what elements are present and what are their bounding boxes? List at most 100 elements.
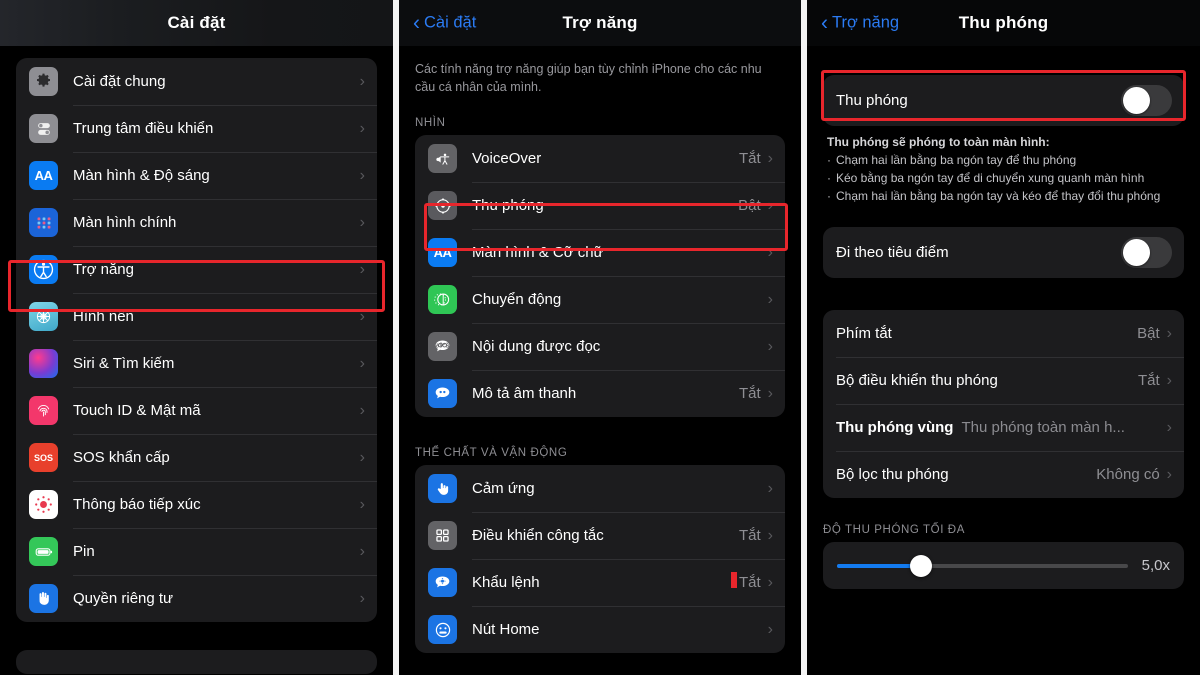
chevron-right-icon: › [359, 448, 365, 466]
privacy-icon [29, 584, 58, 613]
list-item-label: Bộ điều khiển thu phóng [836, 372, 998, 389]
list-item-value: Tắt [738, 150, 761, 168]
section-header-max-zoom: ĐỘ THU PHÓNG TỐI ĐA [823, 524, 965, 536]
sidebar-item-general[interactable]: Cài đặt chung › [16, 58, 377, 105]
touch-id-icon [29, 396, 58, 425]
sidebar-item-emergency-sos[interactable]: SOS SOS khẩn cấp › [16, 434, 377, 481]
home-screen-icon [29, 208, 58, 237]
switch-control-icon [428, 521, 457, 551]
back-button[interactable]: ‹ Cài đặt [413, 13, 476, 34]
list-item-zoom-region[interactable]: Thu phóng vùng Thu phóng toàn màn h... › [823, 404, 1184, 451]
accessibility-description: Các tính năng trợ năng giúp bạn tùy chỉn… [415, 62, 762, 95]
sidebar-item-label: Trung tâm điều khiển [73, 120, 214, 137]
list-item-zoom-filter[interactable]: Bộ lọc thu phóng Không có › [823, 451, 1184, 498]
max-zoom-slider-group: 5,0x [823, 542, 1184, 589]
back-button-label: Cài đặt [424, 13, 477, 32]
home-button-icon [428, 615, 457, 645]
chevron-right-icon: › [767, 196, 773, 214]
page-title: Trợ năng [562, 13, 638, 32]
list-item-value: Tắt [738, 385, 761, 403]
max-zoom-slider[interactable] [837, 554, 1128, 577]
toggle-knob [1123, 239, 1150, 266]
spoken-content-icon: ðŸ”Š [428, 332, 457, 362]
sidebar-item-privacy[interactable]: Quyền riêng tư › [16, 575, 377, 622]
physical-group: Cảm ứng › Điều khiển công tắc Tắt › Khẩu… [415, 465, 785, 654]
list-item-touch[interactable]: Cảm ứng › [415, 465, 785, 512]
sidebar-item-control-center[interactable]: Trung tâm điều khiển › [16, 105, 377, 152]
motion-icon [428, 285, 457, 315]
chevron-right-icon: › [359, 119, 365, 137]
sidebar-item-label: Siri & Tìm kiếm [73, 355, 175, 372]
slider-fill [837, 563, 922, 568]
chevron-right-icon: › [359, 307, 365, 325]
list-item-label: VoiceOver [472, 150, 542, 168]
wallpaper-icon [29, 302, 58, 331]
list-item-voice-control[interactable]: Khẩu lệnh Tắt › [415, 559, 785, 606]
bullet-dot: · [827, 171, 831, 185]
sidebar-item-label: Cài đặt chung [73, 73, 166, 90]
settings-group-partial [16, 650, 377, 674]
touch-icon [428, 474, 457, 504]
list-item-label: Phím tắt [836, 325, 892, 342]
chevron-right-icon: › [1166, 418, 1172, 436]
sidebar-item-battery[interactable]: Pin › [16, 528, 377, 575]
list-item-label: Cảm ứng [472, 480, 535, 498]
zoom-toggle-row[interactable]: Thu phóng [823, 75, 1184, 126]
list-item-voiceover[interactable]: VoiceOver Tắt › [415, 135, 785, 182]
zoom-bullet-text: Chạm hai lần bằng ba ngón tay để thu phó… [836, 153, 1077, 167]
sidebar-item-touch-id-passcode[interactable]: Touch ID & Mật mã › [16, 387, 377, 434]
back-button-label: Trợ năng [832, 13, 900, 32]
list-item-audio-descriptions[interactable]: Mô tả âm thanh Tắt › [415, 370, 785, 417]
follow-focus-group: Đi theo tiêu điểm [823, 227, 1184, 278]
page-title: Cài đặt [167, 13, 226, 32]
audio-descriptions-icon [428, 379, 457, 409]
list-item-value: Thu phóng toàn màn h... [961, 419, 1125, 436]
sidebar-item-siri-search[interactable]: Siri & Tìm kiếm › [16, 340, 377, 387]
chevron-right-icon: › [1166, 371, 1172, 389]
list-item-label: Thu phóng vùng [836, 419, 954, 436]
list-item-value: Tắt [1137, 372, 1160, 389]
chevron-right-icon: › [767, 290, 773, 308]
follow-focus-toggle[interactable] [1121, 237, 1172, 268]
chevron-right-icon: › [767, 526, 773, 544]
list-item-home-button[interactable]: Nút Home › [415, 606, 785, 653]
chevron-right-icon: › [767, 479, 773, 497]
sidebar-item-label: Pin [73, 543, 95, 560]
list-item-zoom[interactable]: Thu phóng Bật › [415, 182, 785, 229]
list-item-display-text-size[interactable]: AA Màn hình & Cỡ chữ › [415, 229, 785, 276]
list-item-value: Bật [738, 197, 761, 215]
sidebar-item-label: Thông báo tiếp xúc [73, 496, 201, 513]
zoom-bullet: · Kéo bằng ba ngón tay để di chuyển xung … [827, 169, 1180, 187]
zoom-bullet-text: Chạm hai lần bằng ba ngón tay và kéo để … [836, 189, 1161, 203]
zoom-toggle[interactable] [1121, 85, 1172, 116]
bullet-dot: · [827, 153, 831, 167]
list-item-label: Mô tả âm thanh [472, 385, 577, 403]
slider-knob[interactable] [910, 554, 933, 577]
list-item-value: Bật [1137, 325, 1160, 342]
battery-icon [29, 537, 58, 566]
sidebar-item-home-screen[interactable]: Màn hình chính › [16, 199, 377, 246]
chevron-right-icon: › [359, 72, 365, 90]
sidebar-item-exposure-notifications[interactable]: Thông báo tiếp xúc › [16, 481, 377, 528]
back-button[interactable]: ‹ Trợ năng [821, 13, 899, 34]
list-item-shortcut[interactable]: Phím tắt Bật › [823, 310, 1184, 357]
sidebar-item-display-brightness[interactable]: AA Màn hình & Độ sáng › [16, 152, 377, 199]
chevron-right-icon: › [359, 495, 365, 513]
sidebar-item-wallpaper[interactable]: Hình nền › [16, 293, 377, 340]
three-panel-screenshot: Cài đặt Cài đặt chung › Trung tâm điều k… [0, 0, 1200, 675]
voiceover-icon [428, 144, 457, 174]
list-item-value: Không có [1096, 466, 1160, 483]
list-item-motion[interactable]: Chuyển động › [415, 276, 785, 323]
sidebar-item-accessibility[interactable]: Trợ năng › [16, 246, 377, 293]
panel-accessibility: ‹ Cài đặt Trợ năng Các tính năng trợ năn… [399, 0, 801, 675]
zoom-toggle-label: Thu phóng [836, 92, 908, 109]
list-item-zoom-controller[interactable]: Bộ điều khiển thu phóng Tắt › [823, 357, 1184, 404]
list-item-switch-control[interactable]: Điều khiển công tắc Tắt › [415, 512, 785, 559]
chevron-right-icon: › [1166, 324, 1172, 342]
follow-focus-row[interactable]: Đi theo tiêu điểm [823, 227, 1184, 278]
zoom-bullet: · Chạm hai lần bằng ba ngón tay để thu ph… [827, 151, 1180, 169]
zoom-description: Thu phóng sẽ phóng to toàn màn hình: · Ch… [823, 126, 1184, 205]
accessibility-navbar: ‹ Cài đặt Trợ năng [399, 0, 801, 46]
chevron-right-icon: › [359, 542, 365, 560]
list-item-spoken-content[interactable]: ðŸ”Š Nội dung được đọc › [415, 323, 785, 370]
